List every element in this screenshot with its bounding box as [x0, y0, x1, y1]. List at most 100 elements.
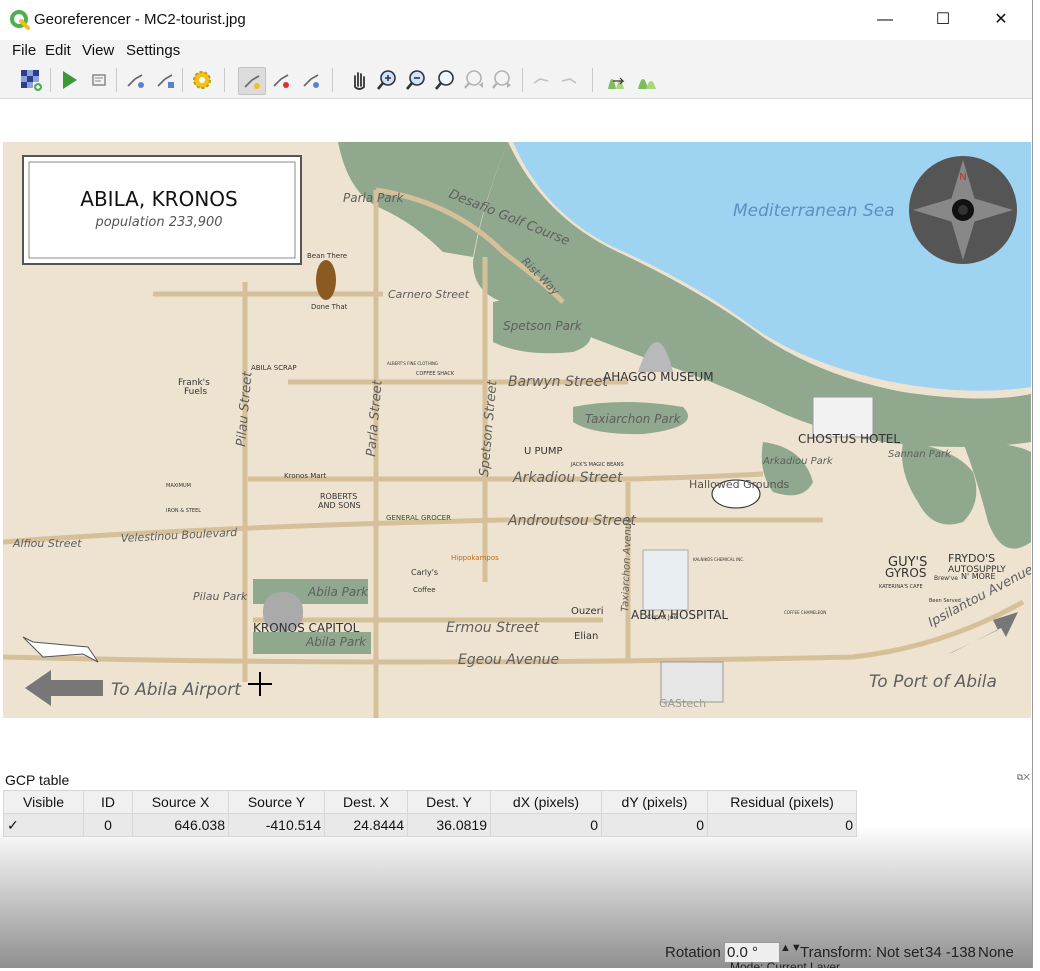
window-title: Georeferencer - MC2-tourist.jpg — [34, 11, 246, 28]
label-alfiou-street: Alfiou Street — [12, 537, 82, 550]
cell-residual: 0 — [707, 813, 857, 837]
label-alberts: ALBERT'S FINE CLOTHING — [387, 361, 438, 366]
label-androutsou-street: Androutsou Street — [507, 513, 637, 529]
label-gyros: GYROS — [885, 566, 926, 580]
menu-view[interactable]: View — [82, 42, 114, 59]
bean-there-logo — [316, 260, 336, 300]
label-mediterranean-sea: Mediterranean Sea — [733, 201, 895, 221]
airport-arrow — [25, 670, 103, 706]
label-spetson-street: Spetson Street — [477, 379, 500, 477]
zoom-next-icon[interactable] — [490, 67, 516, 93]
label-arkadiou-street: Arkadiou Street — [512, 470, 623, 486]
start-georeferencing-icon[interactable] — [56, 67, 82, 93]
open-raster-icon[interactable] — [18, 67, 44, 93]
rotation-stepper-icon[interactable]: ▲▼ — [780, 942, 802, 954]
cell-id[interactable]: 0 — [83, 813, 133, 837]
col-source-y[interactable]: Source Y — [228, 790, 325, 814]
label-ermou-street: Ermou Street — [446, 620, 539, 636]
cell-source-x[interactable]: 646.038 — [132, 813, 229, 837]
col-id[interactable]: ID — [83, 790, 133, 814]
toolbar-separator — [592, 68, 593, 92]
col-dx[interactable]: dX (pixels) — [490, 790, 602, 814]
label-iron-steel: IRON & STEEL — [166, 508, 201, 514]
label-coffee-shack: COFFEE SHACK — [416, 371, 455, 377]
label-abila-park-2: Abila Park — [305, 635, 367, 649]
label-n-more: N' MORE — [961, 572, 996, 581]
col-dy[interactable]: dY (pixels) — [601, 790, 708, 814]
tourist-map-raster[interactable]: ABILA, KRONOS population 233,900 N Desaf… — [3, 142, 1031, 718]
toolbar-separator — [224, 68, 225, 92]
zoom-last-icon[interactable] — [462, 67, 488, 93]
menu-file[interactable]: File — [12, 42, 36, 59]
label-bean-there: Bean There — [307, 252, 347, 260]
map-population: population 233,900 — [94, 215, 222, 230]
zoom-out-icon[interactable] — [403, 67, 429, 93]
table-row[interactable]: ✓ 0 646.038 -410.514 24.8444 36.0819 0 0… — [3, 813, 857, 837]
zoom-in-icon[interactable] — [374, 67, 400, 93]
pan-icon[interactable] — [346, 67, 372, 93]
histogram-stretch-icon[interactable] — [605, 67, 631, 93]
dock-controls-icon[interactable]: ⧉✕ — [1017, 772, 1030, 783]
label-elian: Elian — [574, 631, 598, 642]
label-hippokampos: Hippokampos — [451, 554, 499, 562]
label-taxiarchon-avenue: Taxiarchon Avenue — [620, 516, 634, 612]
label-katerinas: KATERINA'S CAFE — [879, 584, 923, 590]
menu-settings[interactable]: Settings — [126, 42, 180, 59]
label-kronos-mart: Kronos Mart — [284, 472, 326, 480]
col-residual[interactable]: Residual (pixels) — [707, 790, 857, 814]
transformation-settings-icon[interactable] — [189, 67, 215, 93]
local-histogram-icon[interactable] — [634, 67, 660, 93]
link-qgis-icon[interactable] — [556, 67, 582, 93]
label-general-grocer: GENERAL GROCER — [386, 514, 451, 522]
label-fuels: Fuels — [184, 387, 207, 397]
link-georeferencer-icon[interactable] — [528, 67, 554, 93]
crs-status[interactable]: None — [978, 944, 1014, 961]
label-sannan-park: Sannan Park — [888, 449, 952, 460]
visible-checkbox[interactable]: ✓ — [3, 813, 84, 837]
map-graphic: ABILA, KRONOS population 233,900 N Desaf… — [3, 142, 1031, 718]
save-gcp-icon[interactable] — [152, 67, 178, 93]
label-spetson-park: Spetson Park — [503, 319, 583, 333]
cell-dy: 0 — [601, 813, 708, 837]
add-point-icon[interactable] — [238, 67, 266, 95]
status-bar: Rotation 0.0 ° ▲▼ Transform: Not set 34 … — [0, 938, 1032, 968]
hospital-building — [642, 549, 689, 611]
label-ahaggo-museum: AHAGGO MUSEUM — [603, 370, 714, 384]
move-point-icon[interactable] — [298, 67, 324, 93]
col-dest-y[interactable]: Dest. Y — [407, 790, 491, 814]
qgis-logo-icon — [10, 10, 30, 30]
gastech-building — [660, 661, 724, 703]
gcp-table-title: GCP table — [5, 772, 70, 788]
label-been-served: Been Served — [929, 598, 961, 604]
col-source-x[interactable]: Source X — [132, 790, 229, 814]
toolbar-separator — [522, 68, 523, 92]
zoom-to-layer-icon[interactable] — [432, 67, 458, 93]
label-coffee: Coffee — [413, 586, 436, 594]
label-u-pump: U PUMP — [524, 446, 563, 457]
label-and-sons: AND SONS — [318, 501, 361, 510]
maximize-button[interactable]: ☐ — [920, 6, 966, 34]
label-chostus-hotel: CHOSTUS HOTEL — [798, 432, 900, 446]
minimize-button[interactable]: — — [862, 6, 908, 34]
cell-dest-x[interactable]: 24.8444 — [324, 813, 408, 837]
label-ouzeri: Ouzeri — [571, 606, 604, 617]
title-bar: Georeferencer - MC2-tourist.jpg — ☐ ✕ — [0, 0, 1032, 40]
col-dest-x[interactable]: Dest. X — [324, 790, 408, 814]
label-hallowed-grounds: Hallowed Grounds — [689, 478, 790, 491]
cell-source-y[interactable]: -410.514 — [228, 813, 325, 837]
delete-point-icon[interactable] — [268, 67, 294, 93]
cell-dest-y[interactable]: 36.0819 — [407, 813, 491, 837]
menu-edit[interactable]: Edit — [45, 42, 71, 59]
rotation-label: Rotation — [665, 944, 721, 961]
col-visible[interactable]: Visible — [3, 790, 84, 814]
label-kronos-capitol: KRONOS CAPITOL — [253, 621, 360, 635]
close-button[interactable]: ✕ — [978, 6, 1024, 34]
map-canvas[interactable]: ABILA, KRONOS population 233,900 N Desaf… — [3, 99, 1031, 762]
label-pilau-street: Pilau Street — [234, 370, 256, 447]
toolbar — [0, 62, 1032, 99]
toolbar-separator — [50, 68, 51, 92]
generate-script-icon[interactable] — [86, 67, 112, 93]
coordinate-readout: 34 -138 — [925, 944, 976, 961]
cell-dx: 0 — [490, 813, 602, 837]
load-gcp-icon[interactable] — [122, 67, 148, 93]
